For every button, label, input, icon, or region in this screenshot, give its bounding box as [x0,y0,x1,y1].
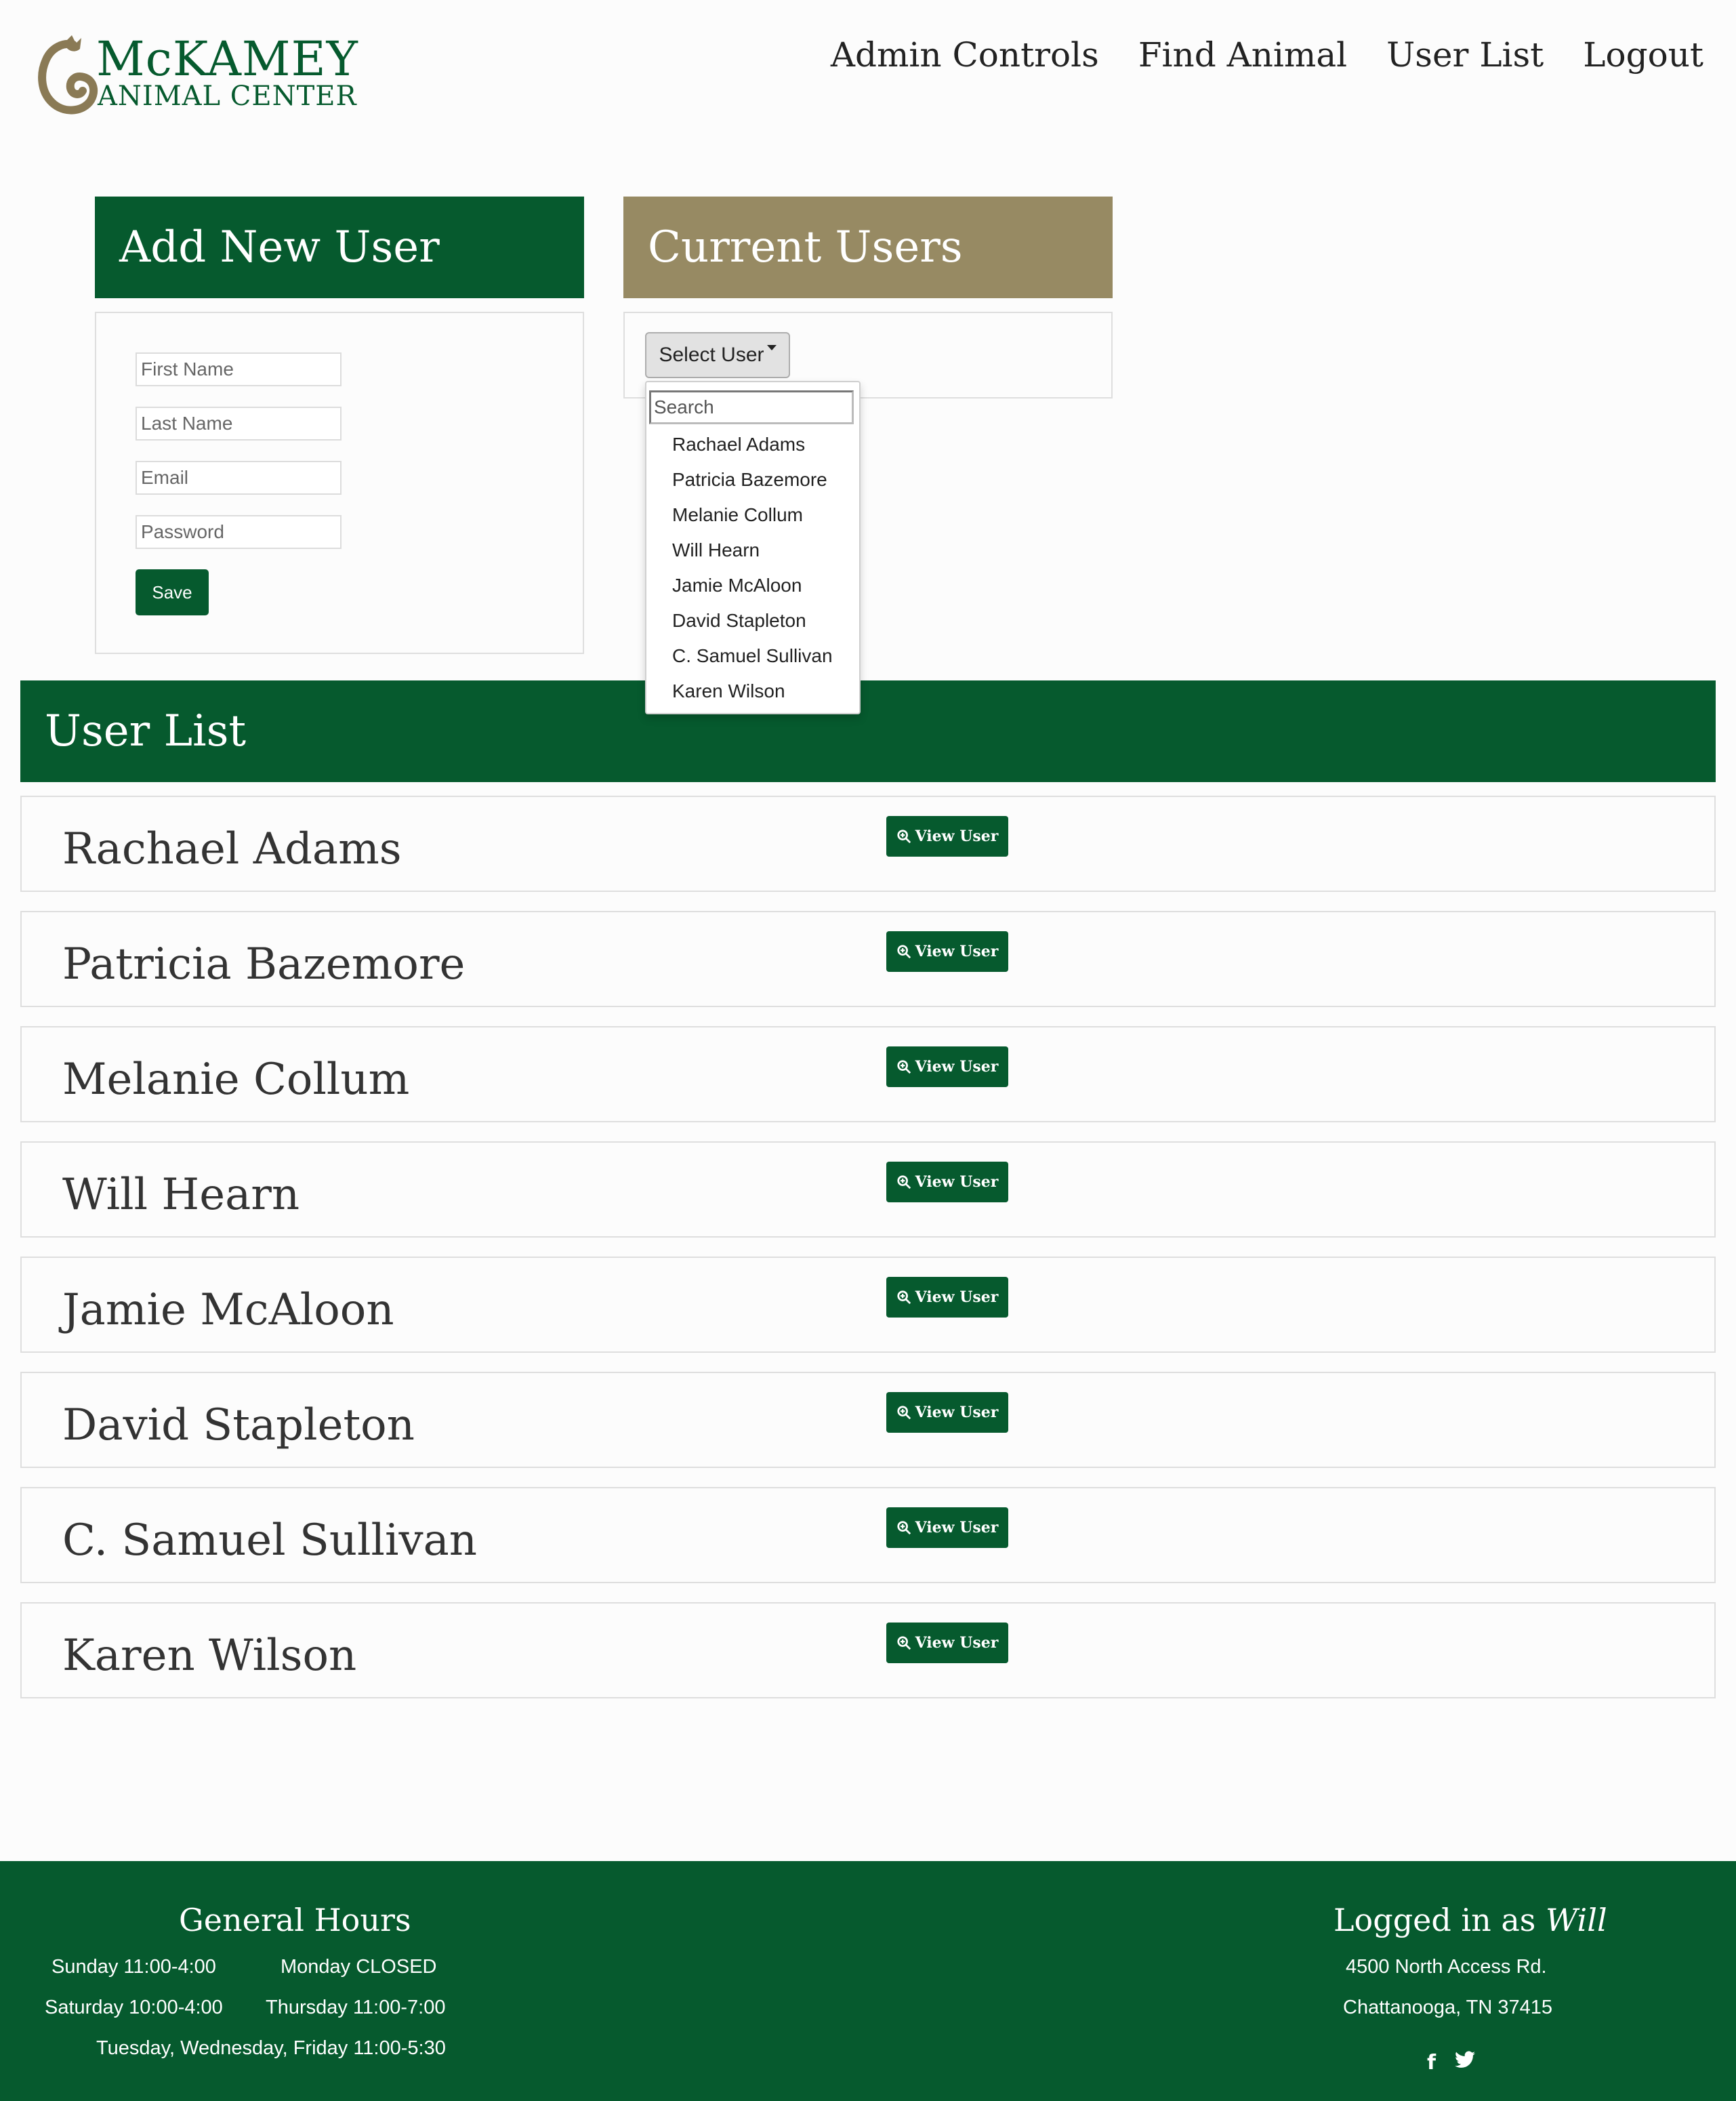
view-user-button[interactable]: View User [886,1277,1008,1318]
view-user-button[interactable]: View User [886,931,1008,972]
main-nav: Admin Controls Find Animal User List Log… [831,35,1703,75]
add-user-form: Save [95,312,584,654]
dropdown-option[interactable]: Jamie McAloon [646,568,859,603]
social-links: f [1427,2051,1476,2075]
logged-in-prefix: Logged in as [1334,1902,1536,1938]
user-name: Jamie McAloon [62,1285,394,1335]
select-user-dropdown[interactable]: Select User [645,332,790,378]
zoom-in-icon [896,1636,911,1650]
site-footer: General Hours Sunday 11:00-4:00 Monday C… [0,1861,1736,2101]
password-field[interactable] [136,515,342,549]
select-user-menu: Rachael Adams Patricia Bazemore Melanie … [645,381,861,714]
zoom-in-icon [896,1290,911,1305]
user-row: Rachael Adams View User [20,796,1716,892]
zoom-in-icon [896,1175,911,1189]
user-search-input[interactable] [649,390,854,424]
facebook-icon[interactable]: f [1427,2051,1436,2075]
view-user-button[interactable]: View User [886,1046,1008,1087]
view-user-label: View User [915,1288,999,1306]
select-user-label: Select User [659,344,764,366]
dropdown-option[interactable]: Karen Wilson [646,674,859,709]
view-user-label: View User [915,1058,999,1076]
nav-admin-controls[interactable]: Admin Controls [831,35,1099,75]
save-button[interactable]: Save [136,569,209,615]
hours-saturday: Saturday 10:00-4:00 [45,1997,223,2018]
view-user-label: View User [915,1519,999,1536]
zoom-in-icon [896,1060,911,1074]
view-user-button[interactable]: View User [886,1623,1008,1663]
nav-find-animal[interactable]: Find Animal [1138,35,1347,75]
view-user-button[interactable]: View User [886,1392,1008,1433]
add-user-heading: Add New User [95,197,584,298]
zoom-in-icon [896,945,911,959]
user-name: Patricia Bazemore [62,939,466,990]
user-name: C. Samuel Sullivan [62,1515,477,1566]
first-name-field[interactable] [136,352,342,386]
hours-sunday: Sunday 11:00-4:00 [51,1956,216,1978]
view-user-label: View User [915,1634,999,1652]
logged-in-user: Will [1546,1902,1607,1938]
view-user-button[interactable]: View User [886,1507,1008,1548]
user-row: Karen Wilson View User [20,1602,1716,1698]
view-user-label: View User [915,1173,999,1191]
dropdown-option[interactable]: Patricia Bazemore [646,462,859,497]
user-row: Will Hearn View User [20,1141,1716,1238]
last-name-field[interactable] [136,407,342,441]
twitter-icon[interactable] [1455,2051,1476,2068]
address-line2: Chattanooga, TN 37415 [1343,1997,1553,2018]
user-name: Karen Wilson [62,1631,357,1681]
user-row: Jamie McAloon View User [20,1257,1716,1353]
hours-weekdays: Tuesday, Wednesday, Friday 11:00-5:30 [96,2037,446,2059]
nav-logout[interactable]: Logout [1583,35,1703,75]
email-field[interactable] [136,461,342,495]
hours-thursday: Thursday 11:00-7:00 [266,1997,446,2018]
nav-user-list[interactable]: User List [1386,35,1544,75]
logo-subtitle: ANIMAL CENTER [98,81,357,112]
view-user-label: View User [915,943,999,960]
dropdown-option[interactable]: C. Samuel Sullivan [646,638,859,674]
caret-down-icon [766,345,777,350]
user-list-heading: User List [20,680,1716,782]
user-row: Melanie Collum View User [20,1026,1716,1122]
hours-monday: Monday CLOSED [281,1956,437,1978]
user-row: David Stapleton View User [20,1372,1716,1468]
logged-in-label: Logged in as Will [1334,1902,1607,1938]
address-line1: 4500 North Access Rd. [1346,1956,1547,1978]
view-user-label: View User [915,828,999,845]
dropdown-option[interactable]: Melanie Collum [646,497,859,533]
hours-title: General Hours [179,1902,411,1938]
cat-logo-icon [38,35,98,115]
current-users-heading: Current Users [623,197,1113,298]
dropdown-option[interactable]: Will Hearn [646,533,859,568]
user-row: Patricia Bazemore View User [20,911,1716,1007]
user-name: Rachael Adams [62,824,402,874]
zoom-in-icon [896,830,911,844]
view-user-button[interactable]: View User [886,816,1008,857]
user-row: C. Samuel Sullivan View User [20,1487,1716,1583]
mckamey-logo[interactable]: McKAMEY ANIMAL CENTER [31,33,358,121]
zoom-in-icon [896,1406,911,1420]
user-name: David Stapleton [62,1400,415,1450]
dropdown-option[interactable]: David Stapleton [646,603,859,638]
dropdown-option[interactable]: Rachael Adams [646,427,859,462]
view-user-button[interactable]: View User [886,1162,1008,1202]
user-name: Will Hearn [62,1170,300,1220]
view-user-label: View User [915,1404,999,1421]
zoom-in-icon [896,1521,911,1535]
user-name: Melanie Collum [62,1055,410,1105]
logo-title: McKAMEY [96,31,358,87]
